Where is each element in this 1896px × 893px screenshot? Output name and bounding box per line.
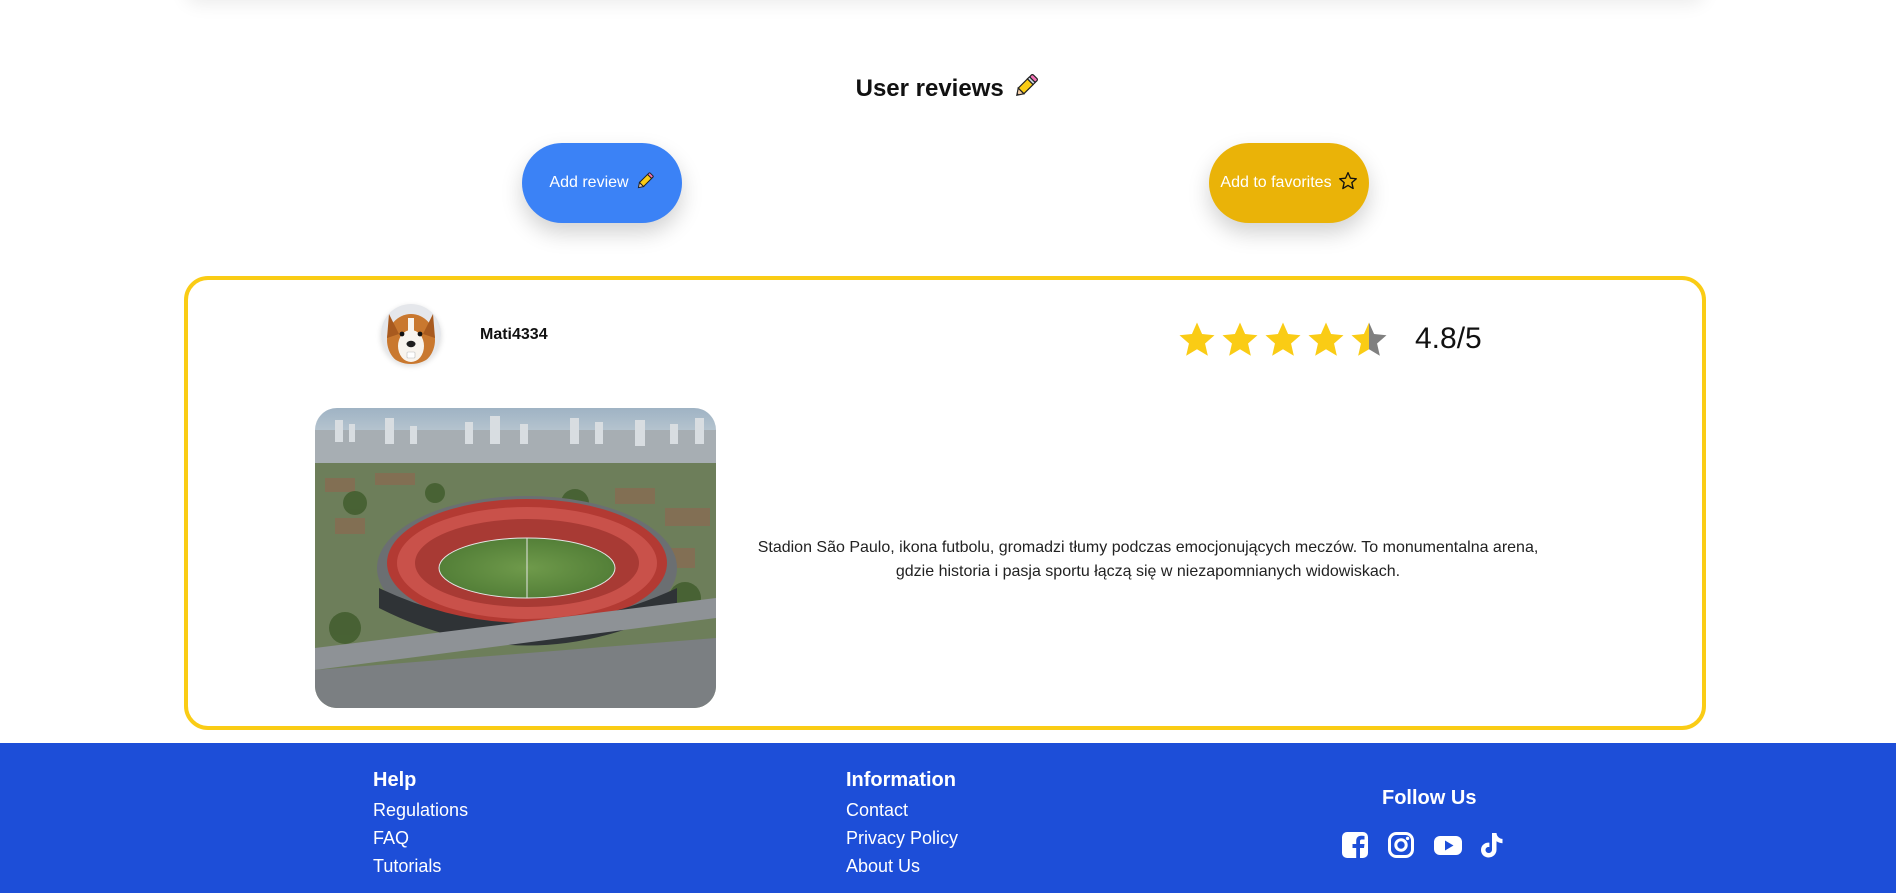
footer-link-faq[interactable]: FAQ (373, 824, 468, 852)
star-icon (1179, 322, 1215, 356)
stadium-photo[interactable] (315, 408, 716, 708)
pencil-icon (635, 171, 655, 196)
review-card: Mati4334 4.8/5 Stadion São Paulo, ikona … (184, 276, 1706, 730)
footer-link-regulations[interactable]: Regulations (373, 796, 468, 824)
rating-stars (1176, 319, 1390, 361)
rating-value: 4.8/5 (1415, 322, 1482, 355)
section-title-text: User reviews (855, 75, 1004, 102)
avatar[interactable] (381, 304, 441, 364)
star-icon (1222, 322, 1258, 356)
footer-help-column: Help Regulations FAQ Tutorials (373, 769, 468, 880)
star-icon (1308, 322, 1344, 356)
tiktok-icon[interactable] (1479, 831, 1507, 859)
section-title: User reviews (0, 72, 1896, 107)
star-outline-icon (1338, 171, 1358, 196)
add-to-favorites-label: Add to favorites (1220, 174, 1332, 191)
follow-us-title: Follow Us (1382, 787, 1477, 809)
facebook-icon[interactable] (1341, 831, 1369, 859)
review-text: Stadion São Paulo, ikona futbolu, gromad… (757, 539, 1539, 580)
add-review-button[interactable]: Add review (522, 143, 682, 223)
social-icons (1341, 831, 1507, 859)
star-icon (1265, 322, 1301, 356)
footer-information-column: Information Contact Privacy Policy About… (846, 769, 958, 880)
partial-star-icon (1351, 322, 1387, 356)
footer-information-title: Information (846, 769, 956, 791)
pencil-icon (1012, 72, 1040, 107)
username: Mati4334 (480, 326, 548, 343)
footer-link-about-us[interactable]: About Us (846, 852, 958, 880)
footer-link-privacy-policy[interactable]: Privacy Policy (846, 824, 958, 852)
instagram-icon[interactable] (1387, 831, 1415, 859)
youtube-icon[interactable] (1433, 831, 1462, 859)
footer-help-title: Help (373, 769, 417, 791)
footer-link-contact[interactable]: Contact (846, 796, 958, 824)
footer: Help Regulations FAQ Tutorials Informati… (0, 743, 1896, 893)
footer-link-tutorials[interactable]: Tutorials (373, 852, 468, 880)
add-to-favorites-button[interactable]: Add to favorites (1209, 143, 1369, 223)
add-review-label: Add review (549, 174, 629, 191)
